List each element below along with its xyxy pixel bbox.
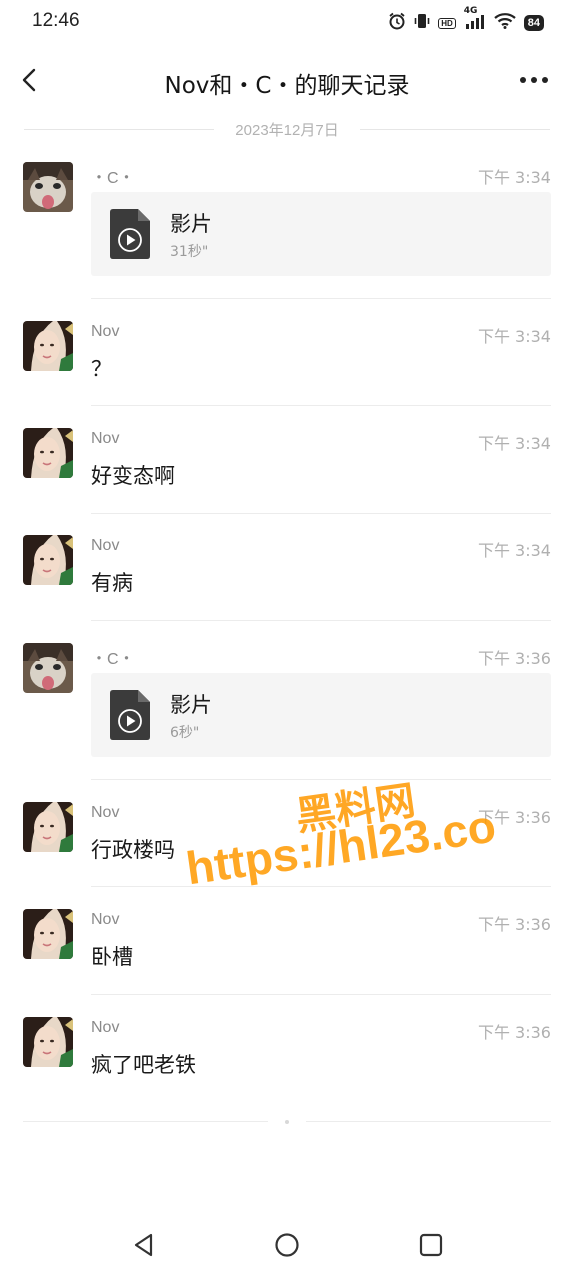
message-text: 有病 — [91, 571, 133, 595]
sender-name: ・C・ — [91, 170, 135, 187]
date-divider: 2023年12月7日 — [24, 118, 550, 140]
video-duration: 31秒" — [170, 244, 209, 260]
sender-name: ・C・ — [91, 651, 135, 668]
message-item[interactable]: Nov 下午 3:36 疯了吧老铁 — [0, 1017, 574, 1101]
chat-header: Nov和・C・的聊天记录 — [0, 56, 574, 106]
divider-line — [306, 1121, 551, 1122]
message-separator — [91, 513, 551, 514]
page-title: Nov和・C・的聊天记录 — [164, 73, 410, 99]
girl-avatar-image — [23, 909, 73, 959]
alarm-icon — [388, 12, 406, 34]
video-card[interactable]: 影片 31秒" — [91, 192, 551, 276]
message-separator — [91, 886, 551, 887]
message-separator — [91, 298, 551, 299]
more-dots-icon — [520, 77, 548, 83]
status-bar: 12:46 HD 4G 84 — [0, 0, 574, 44]
avatar[interactable] — [23, 802, 73, 852]
message-item[interactable]: Nov 下午 3:34 好变态啊 — [0, 428, 574, 512]
wifi-icon — [494, 13, 516, 33]
triangle-back-icon — [134, 1233, 153, 1257]
message-text: 疯了吧老铁 — [91, 1053, 196, 1077]
end-of-list-divider — [23, 1120, 551, 1124]
message-text: 卧槽 — [91, 945, 133, 969]
message-time: 下午 3:36 — [477, 915, 551, 934]
avatar[interactable] — [23, 162, 73, 212]
message-item[interactable]: Nov 下午 3:34 ？ — [0, 321, 574, 405]
sender-name: Nov — [91, 1019, 120, 1036]
nav-home-button[interactable] — [273, 1231, 301, 1259]
message-item[interactable]: Nov 下午 3:34 有病 — [0, 535, 574, 619]
sender-name: Nov — [91, 804, 120, 821]
more-options-button[interactable] — [518, 68, 550, 92]
divider-line — [360, 129, 550, 130]
signal-icon: 4G — [464, 7, 486, 33]
cat-avatar-image — [23, 643, 73, 693]
vibrate-icon — [414, 12, 430, 34]
message-item[interactable]: ・C・ 下午 3:34 影片 31秒" — [0, 162, 574, 298]
divider-dot — [285, 1120, 289, 1124]
cat-avatar-image — [23, 162, 73, 212]
hd-icon: HD — [438, 17, 456, 29]
girl-avatar-image — [23, 428, 73, 478]
message-separator — [91, 405, 551, 406]
message-time: 下午 3:34 — [477, 168, 551, 187]
avatar[interactable] — [23, 1017, 73, 1067]
message-text: 好变态啊 — [91, 464, 175, 488]
avatar[interactable] — [23, 428, 73, 478]
message-item[interactable]: Nov 下午 3:36 卧槽 — [0, 909, 574, 993]
system-nav-bar — [0, 1215, 574, 1275]
message-time: 下午 3:36 — [477, 808, 551, 827]
video-file-icon — [110, 209, 150, 259]
status-icons: HD 4G 84 — [388, 7, 544, 34]
network-type: 4G — [463, 6, 478, 16]
girl-avatar-image — [23, 321, 73, 371]
message-item[interactable]: Nov 下午 3:36 行政楼吗 — [0, 802, 574, 886]
message-separator — [91, 779, 551, 780]
video-label: 影片 — [170, 693, 212, 717]
nav-back-button[interactable] — [130, 1231, 158, 1259]
message-time: 下午 3:34 — [477, 327, 551, 346]
sender-name: Nov — [91, 323, 120, 340]
message-text: 行政楼吗 — [91, 838, 175, 862]
divider-line — [23, 1121, 268, 1122]
message-separator — [91, 994, 551, 995]
battery-indicator: 84 — [523, 15, 544, 31]
avatar[interactable] — [23, 535, 73, 585]
message-time: 下午 3:34 — [477, 434, 551, 453]
avatar[interactable] — [23, 321, 73, 371]
avatar[interactable] — [23, 643, 73, 693]
message-text: ？ — [91, 357, 112, 381]
message-separator — [91, 620, 551, 621]
girl-avatar-image — [23, 802, 73, 852]
sender-name: Nov — [91, 911, 120, 928]
message-item[interactable]: ・C・ 下午 3:36 影片 6秒" — [0, 643, 574, 779]
message-time: 下午 3:36 — [477, 649, 551, 668]
message-time: 下午 3:34 — [477, 541, 551, 560]
sender-name: Nov — [91, 430, 120, 447]
video-label: 影片 — [170, 212, 212, 236]
girl-avatar-image — [23, 535, 73, 585]
status-time: 12:46 — [32, 10, 80, 31]
circle-home-icon — [275, 1233, 299, 1257]
video-card[interactable]: 影片 6秒" — [91, 673, 551, 757]
girl-avatar-image — [23, 1017, 73, 1067]
nav-recents-button[interactable] — [417, 1231, 445, 1259]
square-recents-icon — [419, 1233, 443, 1257]
message-time: 下午 3:36 — [477, 1023, 551, 1042]
video-duration: 6秒" — [170, 725, 200, 741]
avatar[interactable] — [23, 909, 73, 959]
video-file-icon — [110, 690, 150, 740]
sender-name: Nov — [91, 537, 120, 554]
